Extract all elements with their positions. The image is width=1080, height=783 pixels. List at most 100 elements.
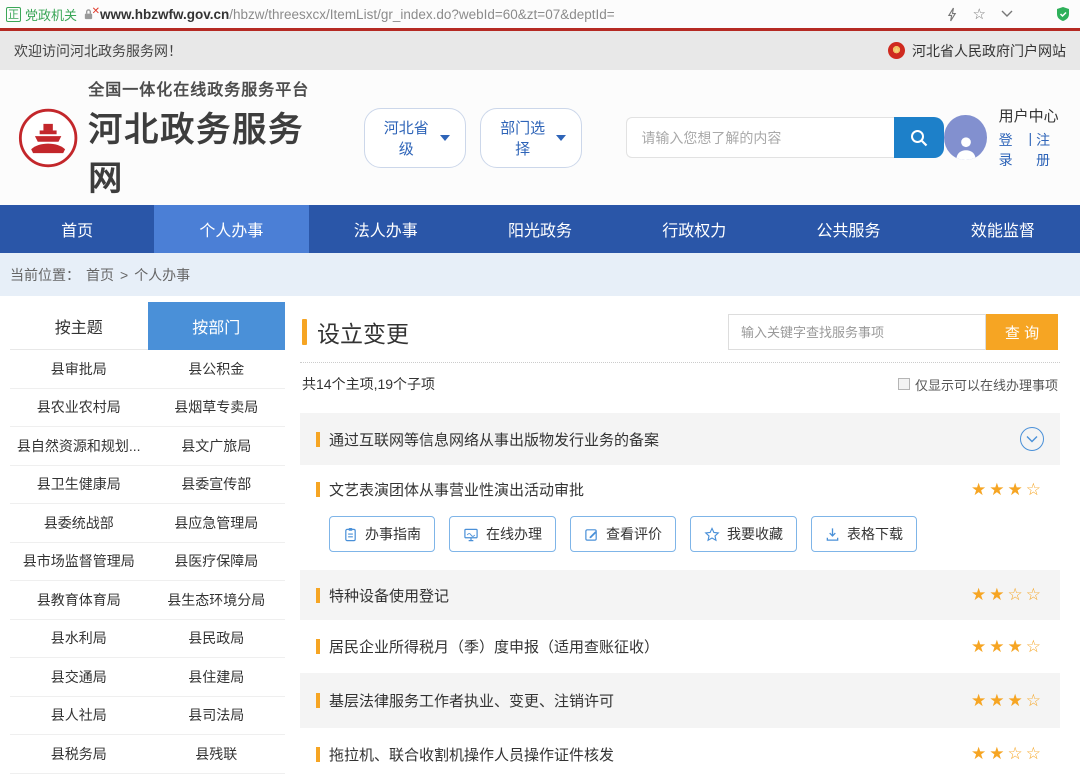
monitor-icon — [463, 527, 479, 542]
site-title: 河北政务服务网 — [88, 102, 325, 200]
dept-button[interactable]: 县公积金 — [148, 350, 286, 388]
service-list-panel: 设立变更 查 询 共14个主项,19个子项 仅显示可以在线办理事项 通过互联网等… — [300, 302, 1060, 783]
user-center-link[interactable]: 用户中心 — [999, 105, 1062, 126]
dept-button[interactable]: 县教育体育局 — [10, 581, 148, 619]
online-only-filter[interactable]: 仅显示可以在线办理事项 — [898, 375, 1058, 394]
rating-stars: ★★★☆ — [971, 691, 1044, 711]
dept-button[interactable]: 县市场监督管理局 — [10, 543, 148, 581]
nav-item-legal-person[interactable]: 法人办事 — [309, 205, 463, 253]
chevron-down-icon[interactable] — [1001, 10, 1013, 18]
nav-item-public-service[interactable]: 公共服务 — [771, 205, 925, 253]
browser-address-bar: 正 党政机关 ✕ www.hbzwfw.gov.cn/hbzw/threesxc… — [0, 0, 1080, 28]
online-handle-button[interactable]: 在线办理 — [449, 516, 556, 552]
gov-portal-link[interactable]: 河北省人民政府门户网站 — [912, 41, 1066, 61]
region-dropdown[interactable]: 河北省级 — [364, 108, 466, 168]
online-only-checkbox[interactable] — [898, 378, 910, 390]
query-button[interactable]: 查 询 — [986, 314, 1058, 350]
site-header: 全国一体化在线政务服务平台 河北政务服务网 河北省级 部门选择 用户中心 — [0, 70, 1080, 205]
bookmark-star-icon[interactable]: ☆ — [973, 5, 986, 23]
dept-button[interactable]: 县审批局 — [10, 350, 148, 388]
nav-item-admin-power[interactable]: 行政权力 — [617, 205, 771, 253]
dept-button[interactable]: 县税务局 — [10, 735, 148, 773]
department-dropdown[interactable]: 部门选择 — [480, 108, 582, 168]
stats-text: 共14个主项,19个子项 — [302, 374, 435, 394]
service-search: 查 询 — [728, 314, 1058, 350]
login-link[interactable]: 登录 — [999, 130, 1025, 170]
favorite-button[interactable]: 我要收藏 — [690, 516, 797, 552]
dept-button[interactable]: 县残联 — [148, 735, 286, 773]
dept-button[interactable]: 县烟草专卖局 — [148, 389, 286, 427]
tab-by-department[interactable]: 按部门 — [148, 302, 286, 350]
breadcrumb: 当前位置：首页 > 个人办事 — [0, 253, 1080, 296]
dept-button[interactable]: 县民政局 — [148, 620, 286, 658]
header-search-input[interactable] — [626, 117, 894, 158]
url-text[interactable]: www.hbzwfw.gov.cn/hbzw/threesxcx/ItemLis… — [100, 7, 615, 22]
dept-button[interactable]: 县自然资源和规划... — [10, 427, 148, 465]
star-outline-icon — [704, 527, 720, 542]
dept-button[interactable]: 县人社局 — [10, 697, 148, 735]
insecure-lock-icon[interactable]: ✕ — [83, 8, 94, 21]
dept-button[interactable]: 县水利局 — [10, 620, 148, 658]
main-nav: 首页 个人办事 法人办事 阳光政务 行政权力 公共服务 效能监督 — [0, 205, 1080, 253]
user-avatar[interactable] — [944, 115, 986, 160]
site-verify-badge: 正 — [6, 7, 21, 22]
service-item[interactable]: 基层法律服务工作者执业、变更、注销许可 ★★★☆ — [300, 673, 1060, 728]
site-seal-icon — [18, 106, 78, 170]
nav-item-home[interactable]: 首页 — [0, 205, 154, 253]
lightning-icon[interactable] — [947, 7, 958, 22]
view-review-button[interactable]: 查看评价 — [570, 516, 676, 552]
national-emblem-icon: ★ — [888, 42, 905, 59]
page-title: 设立变更 — [302, 315, 409, 349]
nav-item-open-gov[interactable]: 阳光政务 — [463, 205, 617, 253]
nav-item-efficiency[interactable]: 效能监督 — [926, 205, 1080, 253]
form-download-button[interactable]: 表格下载 — [811, 516, 917, 552]
dept-button[interactable]: 县卫生健康局 — [10, 466, 148, 504]
service-item[interactable]: 特种设备使用登记 ★★☆☆ — [300, 570, 1060, 620]
dept-button[interactable]: 县司法局 — [148, 697, 286, 735]
department-sidebar: 按主题 按部门 县审批局县公积金 县农业农村局县烟草专卖局 县自然资源和规划..… — [10, 302, 285, 783]
caret-down-icon — [556, 135, 566, 141]
site-logo[interactable]: 全国一体化在线政务服务平台 河北政务服务网 — [18, 76, 326, 200]
tab-by-theme[interactable]: 按主题 — [10, 302, 148, 350]
clipboard-icon — [343, 527, 358, 542]
breadcrumb-current: 个人办事 — [134, 265, 190, 285]
dept-button[interactable]: 县农业农村局 — [10, 389, 148, 427]
header-search — [626, 117, 944, 158]
title-accent-bar — [302, 319, 307, 345]
rating-stars: ★★★☆ — [971, 637, 1044, 657]
search-icon — [909, 128, 929, 148]
browser-window: 正 党政机关 ✕ www.hbzwfw.gov.cn/hbzw/threesxc… — [0, 0, 1080, 783]
register-link[interactable]: 注册 — [1036, 130, 1062, 170]
expand-chevron-icon[interactable] — [1020, 427, 1044, 451]
platform-title: 全国一体化在线政务服务平台 — [88, 76, 325, 100]
caret-down-icon — [440, 135, 450, 141]
dept-button[interactable]: 县委统战部 — [10, 504, 148, 542]
breadcrumb-home[interactable]: 首页 — [86, 265, 114, 285]
person-icon — [951, 132, 981, 160]
dept-button[interactable]: 县生态环境分局 — [148, 581, 286, 619]
site-type-label: 党政机关 — [25, 5, 77, 24]
service-item[interactable]: 通过互联网等信息网络从事出版物发行业务的备案 — [300, 413, 1060, 465]
rating-stars: ★★☆☆ — [971, 585, 1044, 605]
service-item-expanded: 文艺表演团体从事营业性演出活动审批 ★★★☆ 办事指南 在线办理 — [300, 465, 1060, 568]
dept-button[interactable]: 县交通局 — [10, 658, 148, 696]
dept-button[interactable]: 县委宣传部 — [148, 466, 286, 504]
download-icon — [825, 527, 840, 542]
edit-icon — [584, 527, 599, 542]
header-search-button[interactable] — [894, 117, 944, 158]
shield-icon[interactable] — [1056, 6, 1070, 22]
service-item[interactable]: 拖拉机、联合收割机操作人员操作证件核发 ★★☆☆ — [300, 728, 1060, 780]
rating-stars: ★★★☆ — [971, 480, 1044, 500]
dept-button[interactable]: 县文广旅局 — [148, 427, 286, 465]
welcome-bar: 欢迎访问河北政务服务网！ ★ 河北省人民政府门户网站 — [0, 31, 1080, 70]
rating-stars: ★★☆☆ — [971, 744, 1044, 764]
guide-button[interactable]: 办事指南 — [329, 516, 435, 552]
dept-button[interactable]: 县住建局 — [148, 658, 286, 696]
dept-button[interactable]: 县应急管理局 — [148, 504, 286, 542]
service-search-input[interactable] — [728, 314, 986, 350]
welcome-text: 欢迎访问河北政务服务网！ — [14, 41, 182, 61]
nav-item-personal[interactable]: 个人办事 — [154, 205, 308, 253]
service-item[interactable]: 居民企业所得税月（季）度申报（适用查账征收） ★★★☆ — [300, 620, 1060, 673]
dept-button[interactable]: 县医疗保障局 — [148, 543, 286, 581]
grid-apps-icon[interactable] — [1028, 8, 1041, 21]
